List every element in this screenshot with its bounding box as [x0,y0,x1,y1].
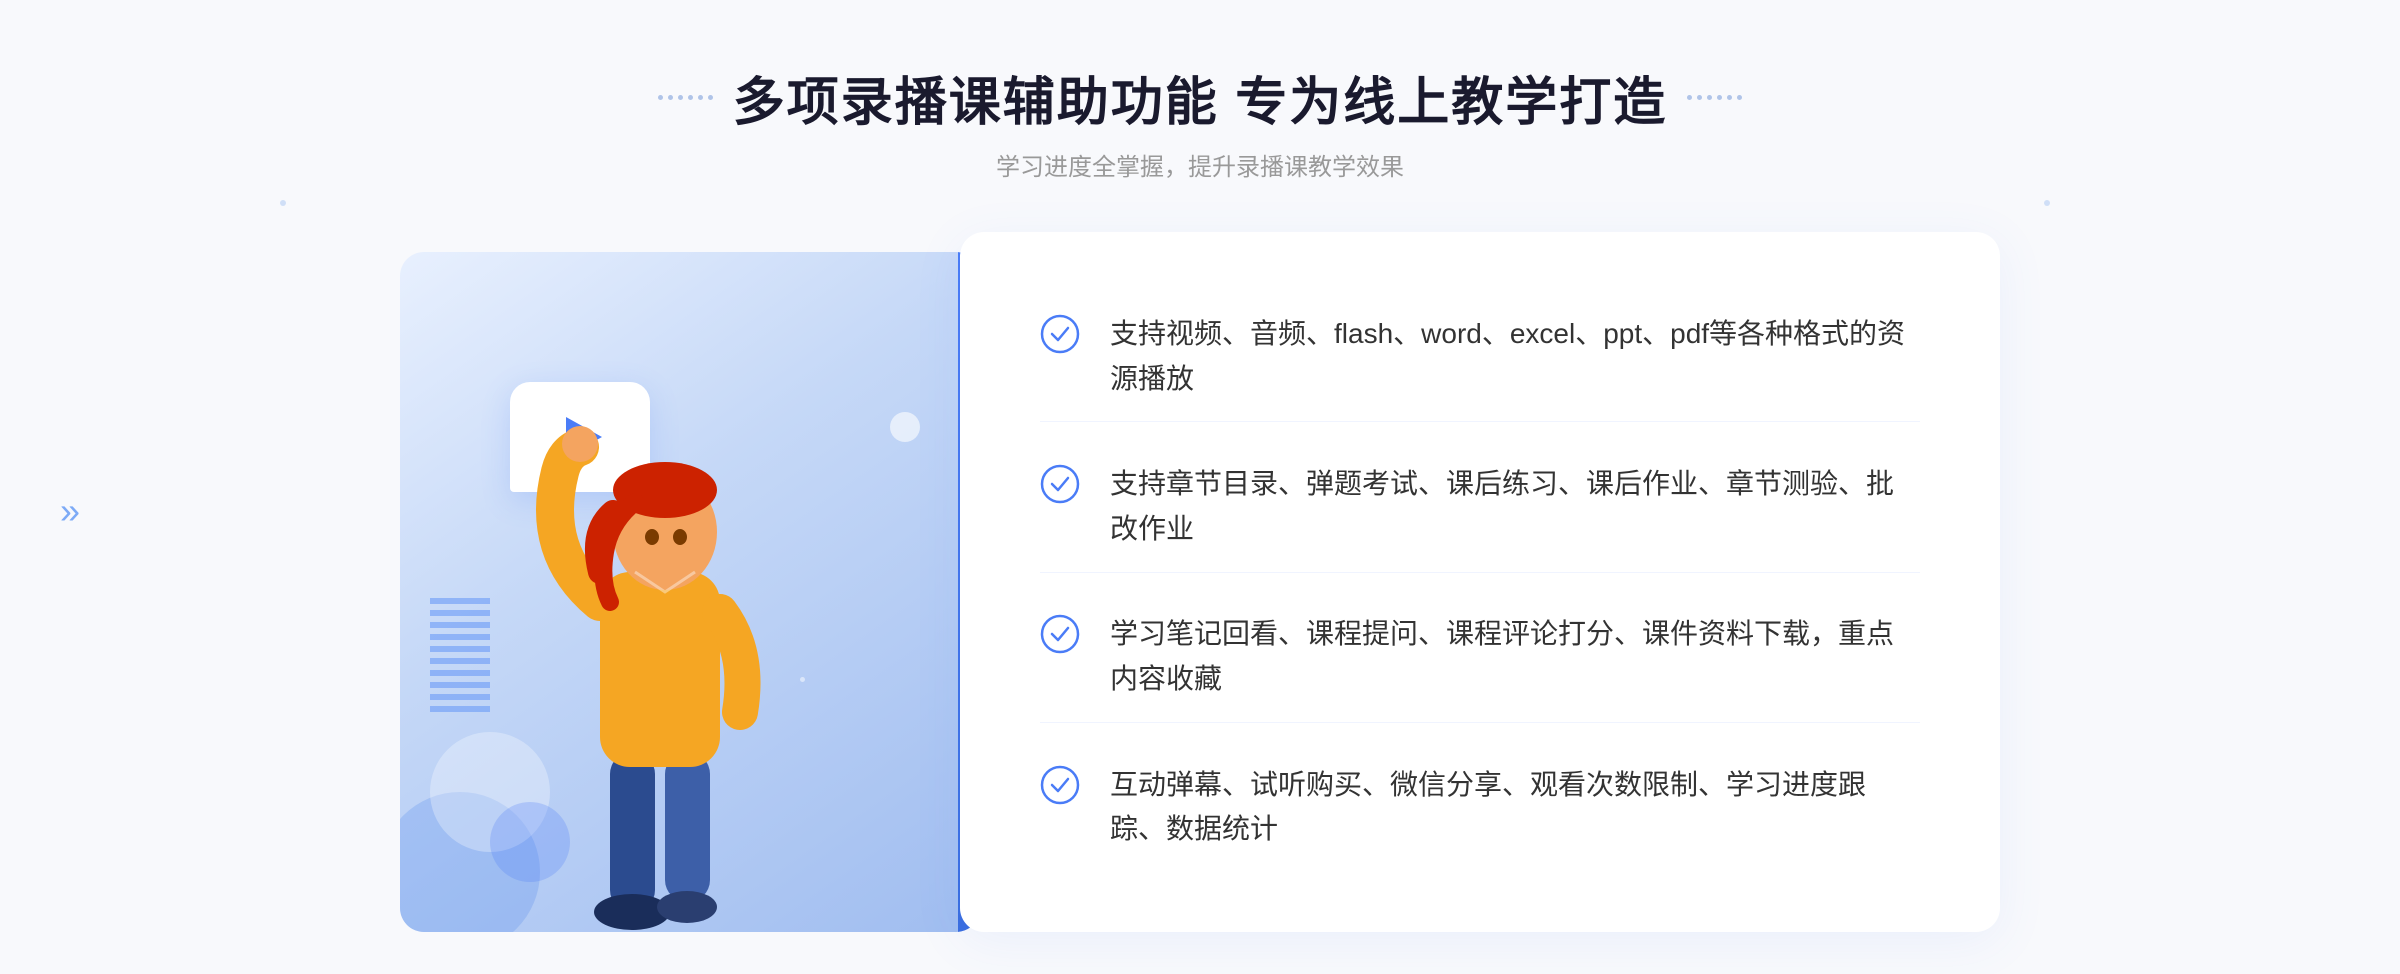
feature-item-4: 互动弹幕、试听购买、微信分享、观看次数限制、学习进度跟踪、数据统计 [1040,743,1920,873]
check-icon-3 [1040,614,1080,654]
person-illustration [480,372,820,932]
page-title: 多项录播课辅助功能 专为线上教学打造 [733,60,1667,135]
small-circle-accent [890,412,920,442]
feature-text-3: 学习笔记回看、课程提问、课程评论打分、课件资料下载，重点内容收藏 [1110,612,1920,702]
check-icon-4 [1040,765,1080,805]
page-wrapper: for(let i=0;i<64;i++) document.currentSc… [0,0,2400,974]
feature-item-2: 支持章节目录、弹题考试、课后练习、课后作业、章节测验、批改作业 [1040,442,1920,573]
feature-text-1: 支持视频、音频、flash、word、excel、ppt、pdf等各种格式的资源… [1110,312,1920,402]
title-dot-group-right [1687,95,1742,100]
arrow-left-icon: » [60,490,80,532]
illustration-dots: for(let i=0;i<70;i++) document.currentSc… [800,677,940,772]
page-subtitle: 学习进度全掌握，提升录播课教学效果 [658,147,1742,182]
check-icon-1 [1040,314,1080,354]
check-icon-2 [1040,464,1080,504]
dot-pattern-right: for(let i=0;i<36;i++) document.currentSc… [2044,200,2120,276]
feature-item-1: 支持视频、音频、flash、word、excel、ppt、pdf等各种格式的资源… [1040,292,1920,423]
feature-text-2: 支持章节目录、弹题考试、课后练习、课后作业、章节测验、批改作业 [1110,462,1920,552]
title-dot-group-left [658,95,713,100]
title-decorators: 多项录播课辅助功能 专为线上教学打造 [658,60,1742,135]
content-panel: 支持视频、音频、flash、word、excel、ppt、pdf等各种格式的资源… [960,232,2000,932]
feature-text-4: 互动弹幕、试听购买、微信分享、观看次数限制、学习进度跟踪、数据统计 [1110,763,1920,853]
feature-item-3: 学习笔记回看、课程提问、课程评论打分、课件资料下载，重点内容收藏 [1040,592,1920,723]
dot-pattern-left: for(let i=0;i<64;i++) document.currentSc… [280,200,384,304]
main-content: for(let i=0;i<70;i++) document.currentSc… [400,232,2000,952]
title-section: 多项录播课辅助功能 专为线上教学打造 学习进度全掌握，提升录播课教学效果 [658,60,1742,182]
illustration-panel: for(let i=0;i<70;i++) document.currentSc… [400,252,980,932]
